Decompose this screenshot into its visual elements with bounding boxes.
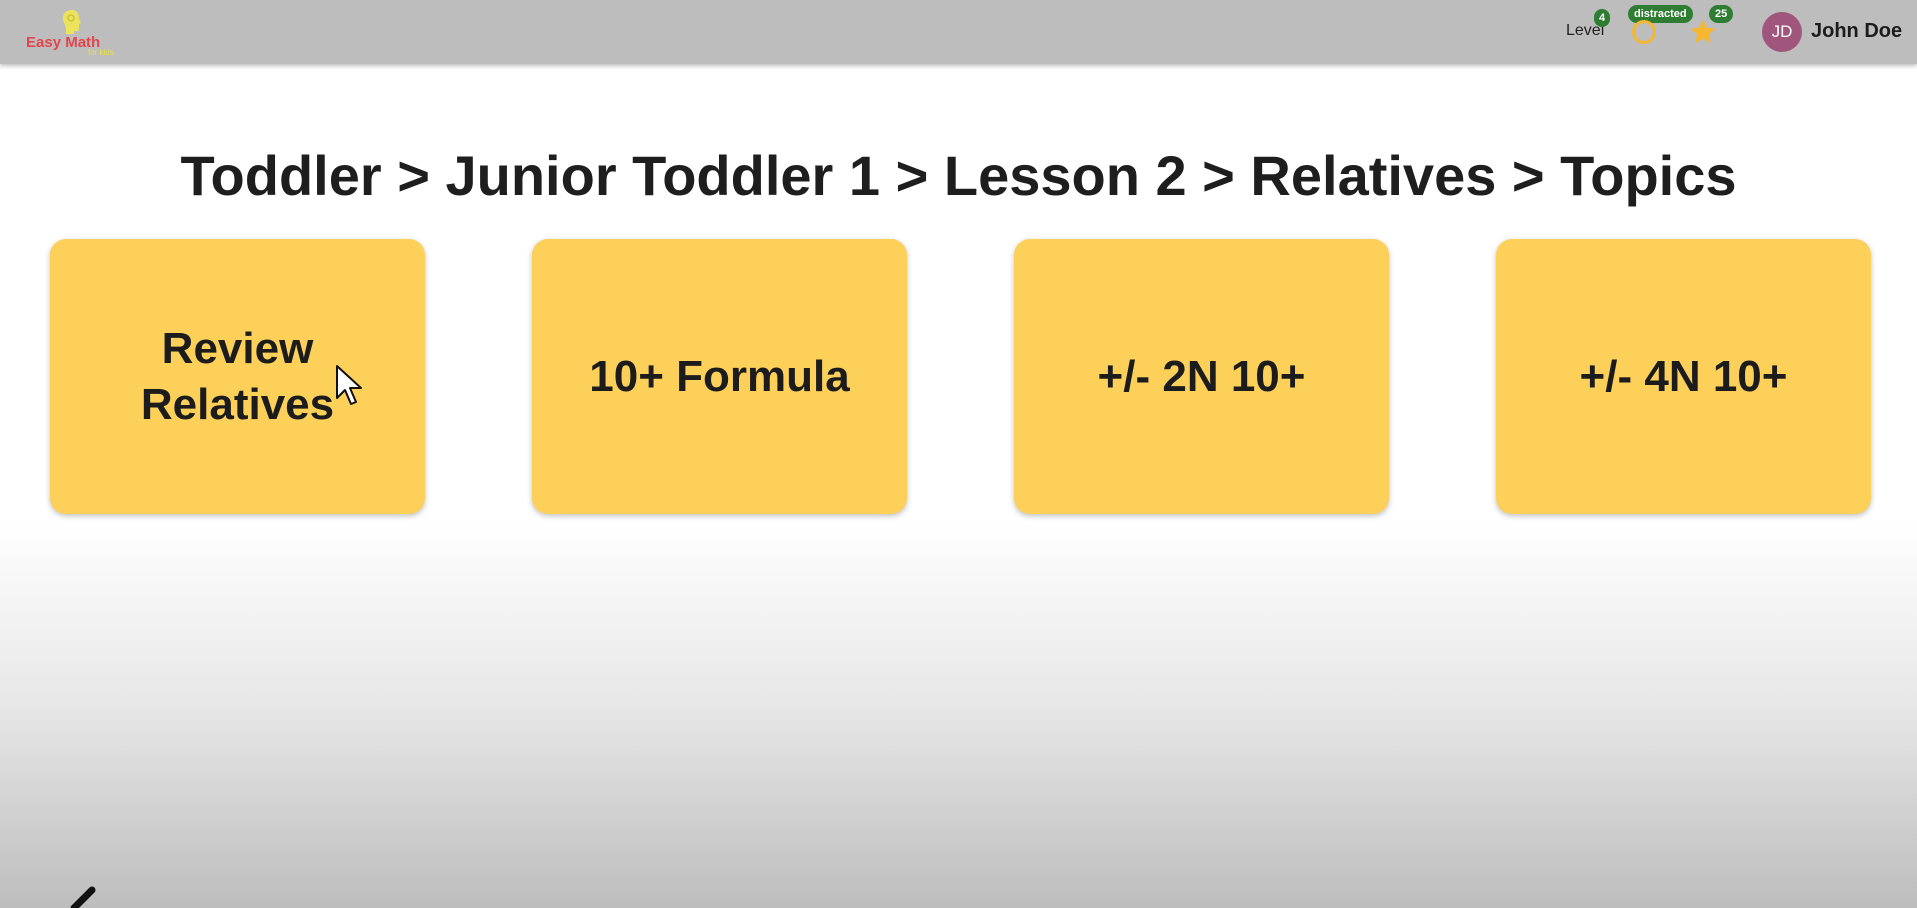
focus-ring-icon[interactable] (1631, 19, 1657, 45)
easy-math-logo[interactable]: Easy Math for kids (24, 6, 124, 58)
level-badge: 4 (1594, 9, 1611, 27)
topic-card-2n-10[interactable]: +/- 2N 10+ (1014, 239, 1389, 514)
topic-card-label: +/- 4N 10+ (1579, 351, 1788, 401)
logo-subtext: for kids (88, 48, 114, 57)
page-title: Toddler > Junior Toddler 1 > Lesson 2 > … (180, 144, 1737, 207)
topic-card-label: 10+ Formula (589, 351, 850, 401)
topic-card-10-formula[interactable]: 10+ Formula (532, 239, 907, 514)
avatar[interactable]: JD (1762, 12, 1802, 52)
topic-card-review-relatives[interactable]: Review Relatives (50, 239, 425, 514)
head-icon (62, 10, 81, 34)
back-arrow-icon[interactable] (44, 874, 104, 908)
top-bar: Easy Math for kids Level 4 distracted 25… (0, 0, 1917, 64)
topic-card-label: +/- 2N 10+ (1097, 351, 1306, 401)
topic-card-label: Review Relatives (140, 323, 335, 429)
star-icon[interactable] (1688, 17, 1718, 47)
topic-card-4n-10[interactable]: +/- 4N 10+ (1496, 239, 1871, 514)
mouse-cursor-icon (336, 365, 362, 405)
username[interactable]: John Doe (1811, 20, 1902, 43)
